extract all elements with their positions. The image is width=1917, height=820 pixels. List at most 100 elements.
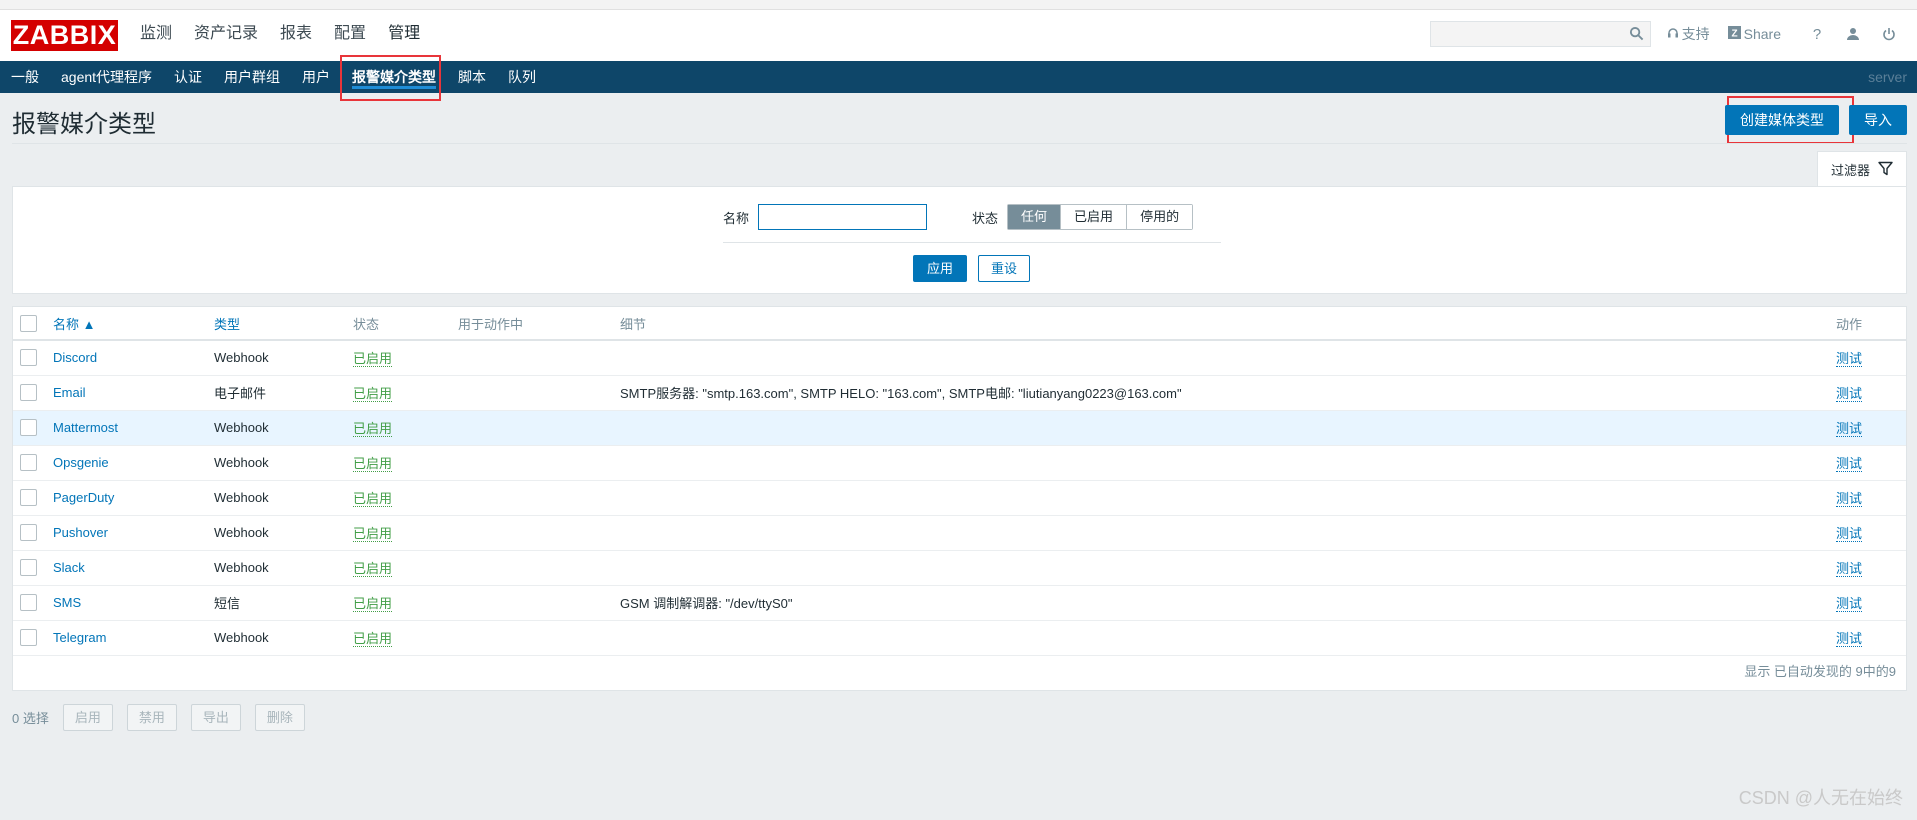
subnav-authentication[interactable]: 认证 — [163, 61, 213, 93]
subnav-general[interactable]: 一般 — [0, 61, 50, 93]
media-type-kind: Webhook — [214, 455, 269, 470]
main-nav-monitoring[interactable]: 监测 — [140, 22, 172, 46]
filter-buttons: 应用 重设 — [913, 255, 1031, 282]
row-checkbox[interactable] — [20, 454, 37, 472]
media-type-kind: 短信 — [214, 596, 241, 611]
table-footer-count: 显示 已自动发现的 9中的9 — [1744, 664, 1896, 679]
help-icon[interactable]: ? — [1807, 24, 1827, 44]
share-link[interactable]: Z Share — [1727, 26, 1781, 42]
row-checkbox[interactable] — [20, 419, 37, 437]
media-type-name-link[interactable]: Slack — [53, 560, 85, 575]
sub-nav: 一般 agent代理程序 认证 用户群组 用户 报警媒介类型 脚本 队列 ser… — [0, 61, 1917, 93]
media-type-kind: Webhook — [214, 560, 269, 575]
subnav-users[interactable]: 用户 — [291, 61, 341, 93]
status-option-enabled[interactable]: 已启用 — [1061, 205, 1128, 229]
filter-reset-button[interactable]: 重设 — [978, 255, 1031, 282]
power-logout-icon[interactable] — [1879, 24, 1899, 44]
table-row: Telegram Webhook 已启用 测试 — [13, 620, 1906, 656]
test-link[interactable]: 测试 — [1836, 561, 1863, 577]
mass-disable-button[interactable]: 禁用 — [126, 704, 177, 731]
status-toggle-link[interactable]: 已启用 — [353, 421, 393, 437]
test-link[interactable]: 测试 — [1836, 456, 1863, 472]
test-link[interactable]: 测试 — [1836, 596, 1863, 612]
media-type-name-link[interactable]: Email — [53, 385, 86, 400]
row-checkbox[interactable] — [20, 349, 37, 367]
row-checkbox[interactable] — [20, 559, 37, 577]
main-nav-administration[interactable]: 管理 — [388, 22, 420, 73]
user-profile-icon[interactable] — [1843, 24, 1863, 44]
page-title: 报警媒介类型 — [12, 111, 156, 138]
mass-delete-button[interactable]: 删除 — [254, 704, 305, 731]
media-type-name-link[interactable]: Discord — [53, 350, 97, 365]
main-nav-reports[interactable]: 报表 — [280, 22, 312, 46]
media-type-details: SMTP服务器: "smtp.163.com", SMTP HELO: "163… — [620, 386, 1182, 401]
svg-text:Z: Z — [1731, 29, 1737, 40]
media-type-name-link[interactable]: Mattermost — [53, 420, 118, 435]
row-checkbox[interactable] — [20, 594, 37, 612]
table-row: Email 电子邮件 已启用 SMTP服务器: "smtp.163.com", SMT… — [13, 375, 1906, 411]
status-toggle-link[interactable]: 已启用 — [353, 631, 393, 647]
subnav-scripts[interactable]: 脚本 — [447, 61, 497, 93]
support-link[interactable]: 支持 — [1667, 24, 1710, 44]
mass-enable-button[interactable]: 启用 — [62, 704, 113, 731]
table-row: Pushover Webhook 已启用 测试 — [13, 515, 1906, 551]
column-details-header: 细节 — [620, 307, 1836, 341]
row-checkbox[interactable] — [20, 629, 37, 647]
status-toggle-link[interactable]: 已启用 — [353, 491, 393, 507]
media-type-name-link[interactable]: Pushover — [53, 525, 108, 540]
status-toggle-link[interactable]: 已启用 — [353, 456, 393, 472]
filter-panel: 名称 状态 任何 已启用 停用的 应用 重设 — [12, 186, 1907, 294]
search-icon[interactable] — [1629, 26, 1644, 44]
column-status-header: 状态 — [353, 307, 458, 341]
zabbix-share-icon: Z — [1727, 26, 1741, 42]
status-toggle-link[interactable]: 已启用 — [353, 526, 393, 542]
status-toggle-link[interactable]: 已启用 — [353, 386, 393, 402]
zabbix-logo[interactable]: ZABBIX — [11, 20, 118, 51]
filter-name-label: 名称 — [723, 210, 750, 226]
test-link[interactable]: 测试 — [1836, 386, 1863, 402]
create-media-type-button[interactable]: 创建媒体类型 — [1725, 105, 1839, 135]
filter-divider — [723, 242, 1221, 243]
global-search-input[interactable] — [1429, 21, 1651, 47]
test-link[interactable]: 测试 — [1836, 631, 1863, 647]
media-type-name-link[interactable]: Telegram — [53, 630, 106, 645]
select-all-checkbox[interactable] — [20, 314, 37, 332]
table-body: Discord Webhook 已启用 测试 Email 电子邮件 已启用 SMTP服务器: … — [13, 340, 1906, 656]
status-option-any[interactable]: 任何 — [1008, 205, 1062, 229]
status-option-disabled[interactable]: 停用的 — [1127, 205, 1193, 229]
column-name-header[interactable]: 名称 ▲ — [53, 307, 214, 341]
subnav-media-types[interactable]: 报警媒介类型 — [341, 61, 447, 93]
filter-name-input[interactable] — [758, 204, 928, 230]
filter-status-segmented: 任何 已启用 停用的 — [1007, 204, 1194, 230]
table-row: SMS 短信 已启用 GSM 调制解调器: "/dev/ttyS0" 测试 — [13, 585, 1906, 621]
column-type-header[interactable]: 类型 — [214, 307, 353, 341]
mass-export-button[interactable]: 导出 — [190, 704, 241, 731]
main-nav-inventory[interactable]: 资产记录 — [194, 22, 258, 46]
test-link[interactable]: 测试 — [1836, 421, 1863, 437]
subnav-user-groups[interactable]: 用户群组 — [213, 61, 291, 93]
row-checkbox[interactable] — [20, 524, 37, 542]
table-row: PagerDuty Webhook 已启用 测试 — [13, 480, 1906, 516]
table-row: Discord Webhook 已启用 测试 — [13, 340, 1906, 376]
media-type-name-link[interactable]: PagerDuty — [53, 490, 114, 505]
header-actions: 创建媒体类型 导入 — [1725, 105, 1907, 135]
filter-apply-button[interactable]: 应用 — [913, 255, 968, 282]
media-type-name-link[interactable]: SMS — [53, 595, 81, 610]
filter-tab[interactable]: 过滤器 — [1817, 151, 1907, 187]
subnav-queue[interactable]: 队列 — [497, 61, 547, 93]
status-toggle-link[interactable]: 已启用 — [353, 596, 393, 612]
media-type-name-link[interactable]: Opsgenie — [53, 455, 109, 470]
mass-actions: 0 选择 启用 禁用 导出 删除 — [12, 704, 305, 731]
row-checkbox[interactable] — [20, 384, 37, 402]
test-link[interactable]: 测试 — [1836, 491, 1863, 507]
status-toggle-link[interactable]: 已启用 — [353, 561, 393, 577]
row-checkbox[interactable] — [20, 489, 37, 507]
test-link[interactable]: 测试 — [1836, 351, 1863, 368]
selected-count: 0 选择 — [12, 711, 49, 726]
test-link[interactable]: 测试 — [1836, 526, 1863, 542]
main-nav-configuration[interactable]: 配置 — [334, 22, 366, 46]
media-type-kind: Webhook — [214, 490, 269, 505]
status-toggle-link[interactable]: 已启用 — [353, 351, 393, 368]
subnav-proxies[interactable]: agent代理程序 — [50, 61, 163, 93]
import-button[interactable]: 导入 — [1849, 105, 1907, 135]
